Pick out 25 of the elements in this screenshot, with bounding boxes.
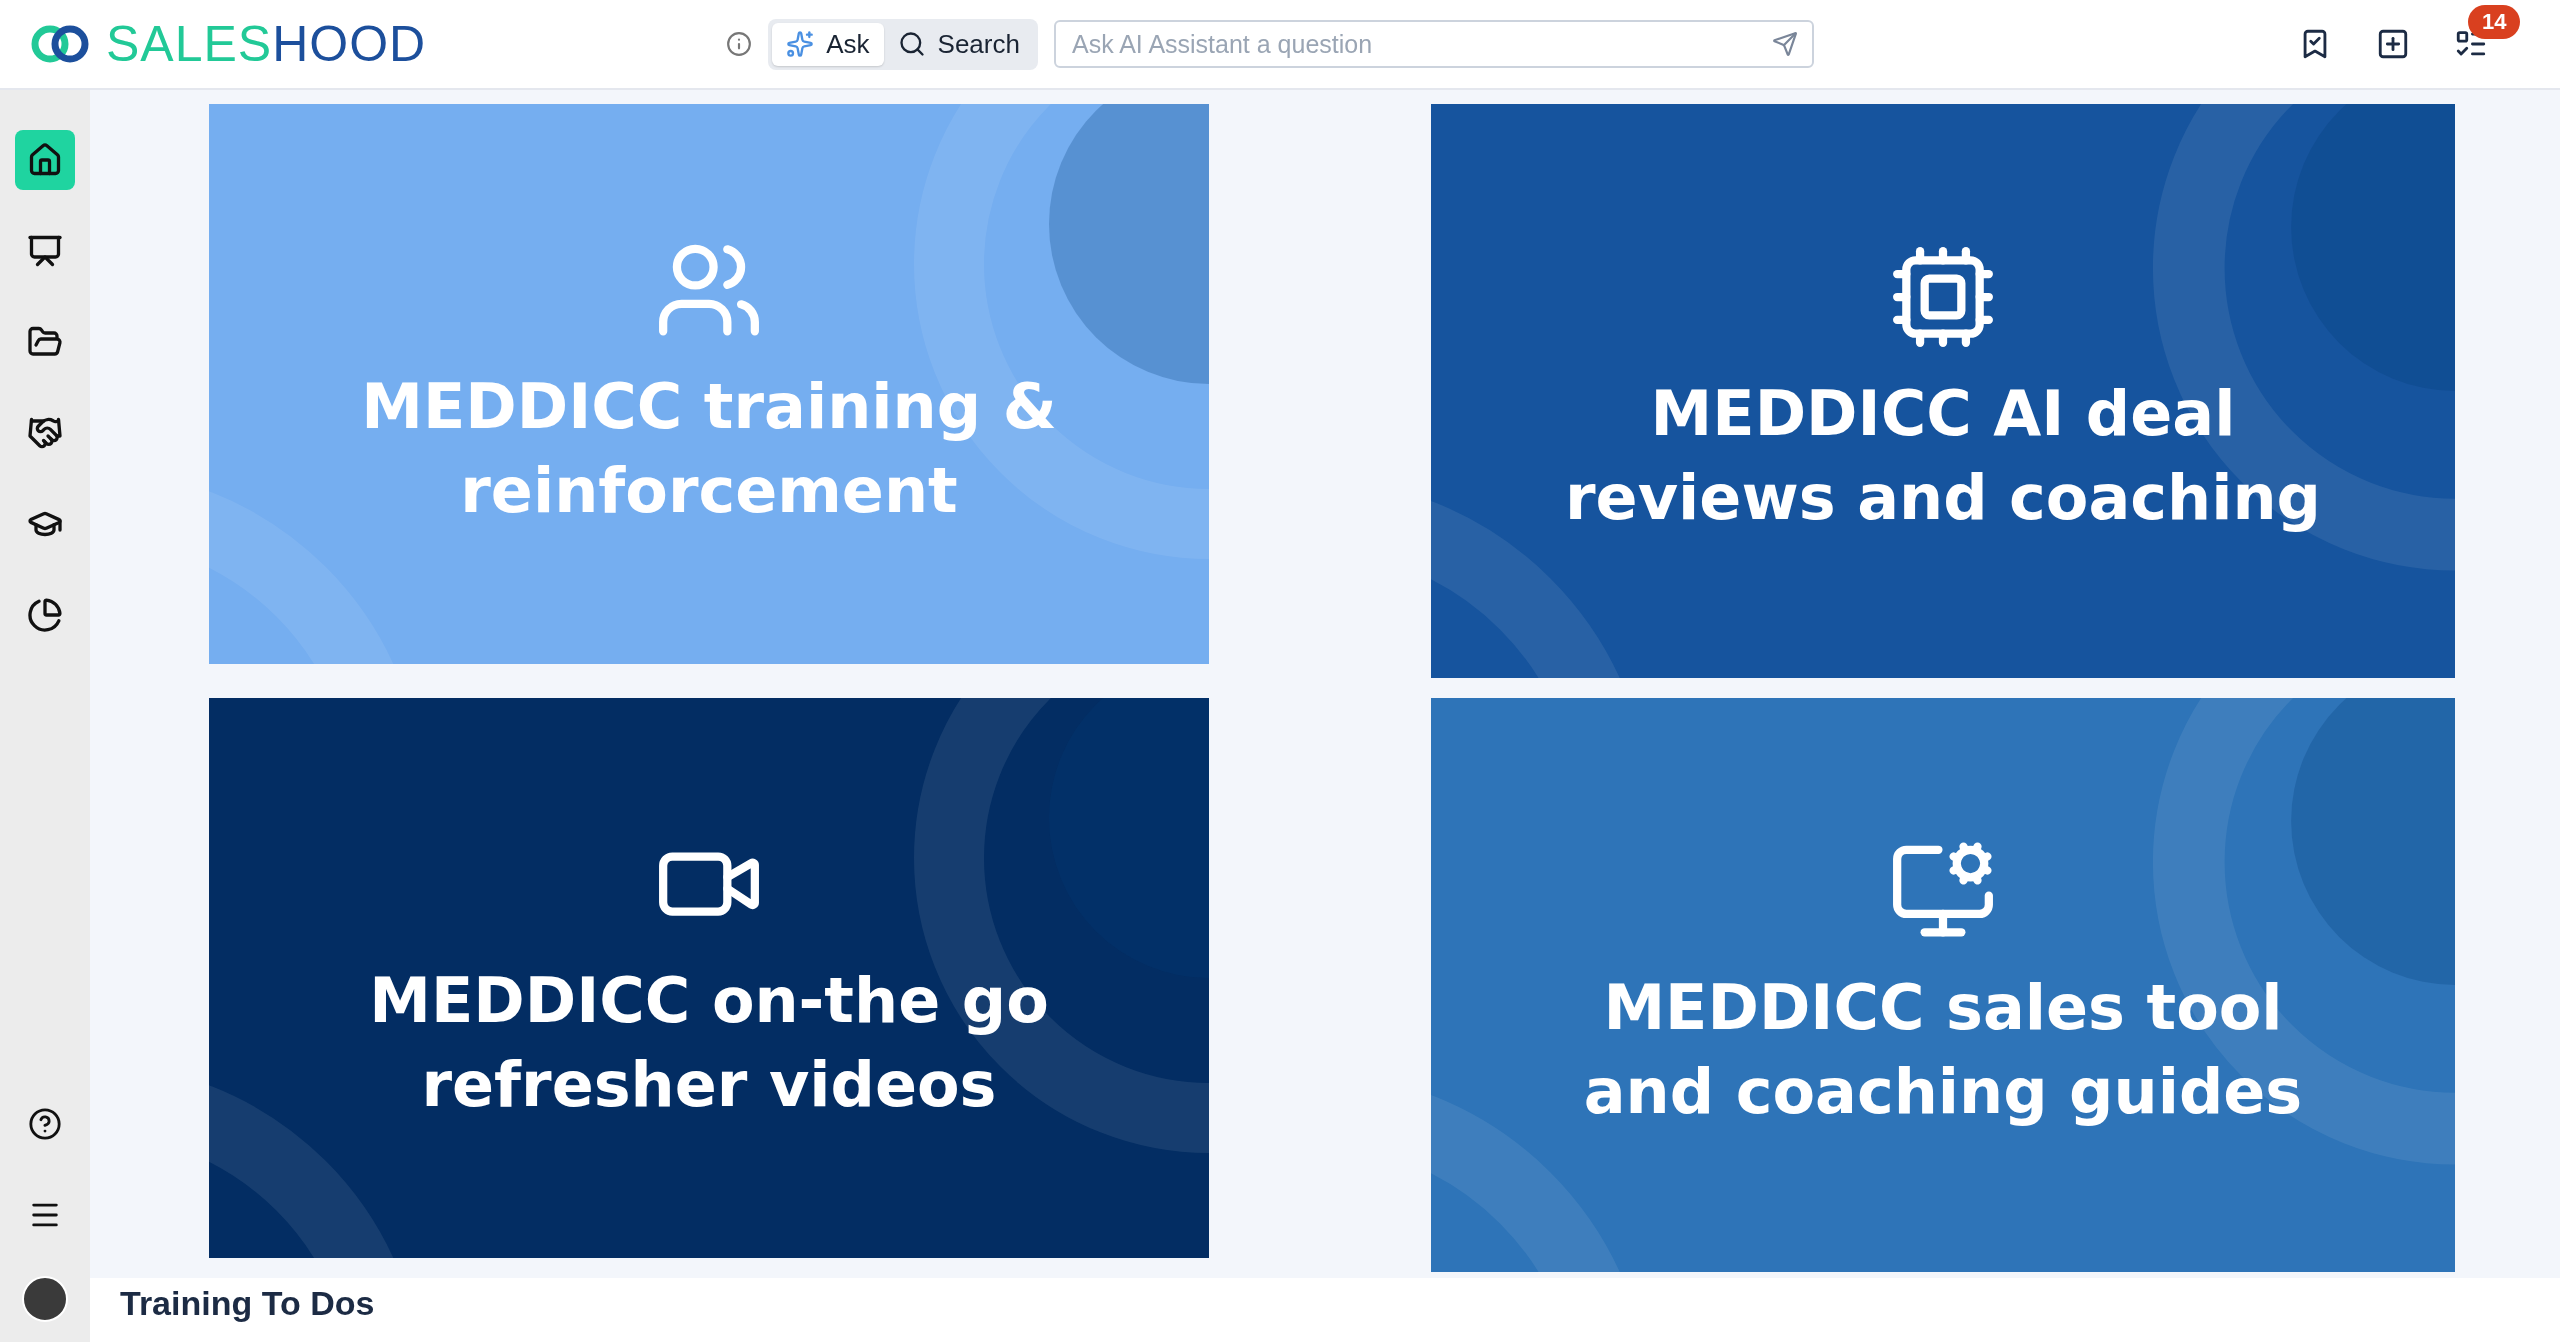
card-title: MEDDICC sales tool and coaching guides bbox=[1582, 970, 2304, 1130]
card-title: MEDDICC AI deal reviews and coaching bbox=[1564, 376, 2322, 536]
help-icon bbox=[28, 1107, 62, 1141]
course-card[interactable]: MEDDICC AI deal reviews and coaching bbox=[1431, 104, 2455, 678]
pie-chart-icon bbox=[27, 597, 63, 633]
presentation-board-icon bbox=[27, 233, 63, 269]
add-icon[interactable] bbox=[2376, 27, 2410, 61]
mode-tab[interactable]: Ask bbox=[772, 22, 884, 66]
send-icon[interactable] bbox=[1771, 31, 1798, 57]
course-card[interactable]: MEDDICC sales tool and coaching guides bbox=[1431, 698, 2455, 1272]
handshake-icon bbox=[27, 415, 63, 451]
ask-field[interactable]: Ask AI Assistant a question bbox=[1053, 20, 1814, 68]
info-icon[interactable] bbox=[726, 31, 753, 57]
card-title: MEDDICC training & reinforcement bbox=[360, 369, 1058, 529]
course-card[interactable]: MEDDICC on-the go refresher videos bbox=[209, 698, 1209, 1258]
search-icon bbox=[897, 30, 926, 58]
section-title: Training To Dos bbox=[120, 1284, 376, 1323]
mode-tab[interactable]: Search bbox=[883, 22, 1034, 66]
sidebar-item[interactable] bbox=[15, 130, 75, 190]
card-title: MEDDICC on-the go refresher videos bbox=[368, 963, 1050, 1123]
sparkle-icon bbox=[786, 30, 815, 58]
logo: SALESHOOD bbox=[28, 15, 427, 73]
home-icon bbox=[27, 142, 63, 178]
user-avatar[interactable] bbox=[22, 1276, 68, 1322]
notification-badge: 14 bbox=[2468, 5, 2521, 39]
